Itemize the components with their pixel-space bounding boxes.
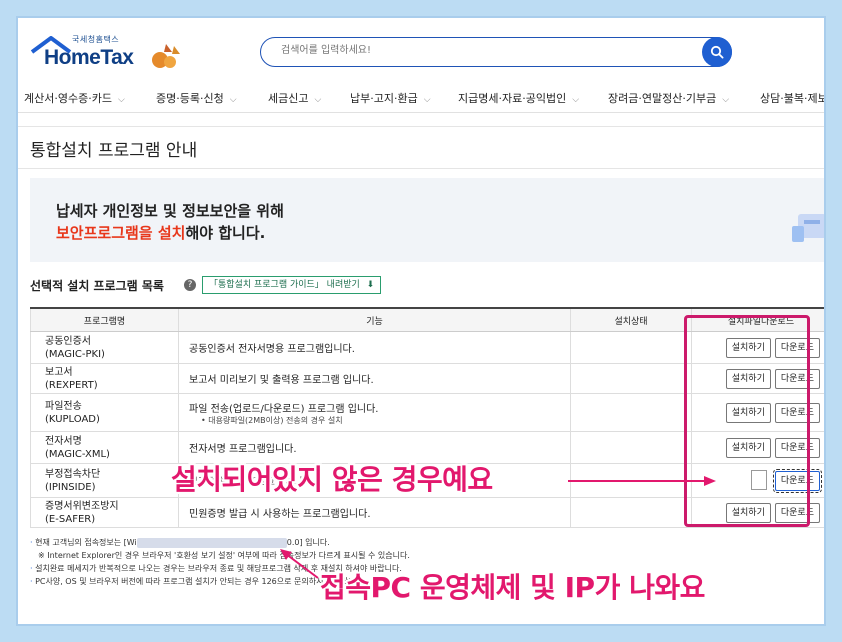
browser-page: 국세청홈택스 HomeTax 계산서·영수증·카드⌵ 증명·등록·신청⌵ 세금신… (18, 18, 824, 624)
annotation-arrows (280, 476, 716, 579)
annotation-os-ip: 접속PC 운영체제 및 IP가 나와요 (320, 571, 705, 604)
annotation-not-installed: 설치되어있지 않은 경우예요 (171, 463, 493, 496)
